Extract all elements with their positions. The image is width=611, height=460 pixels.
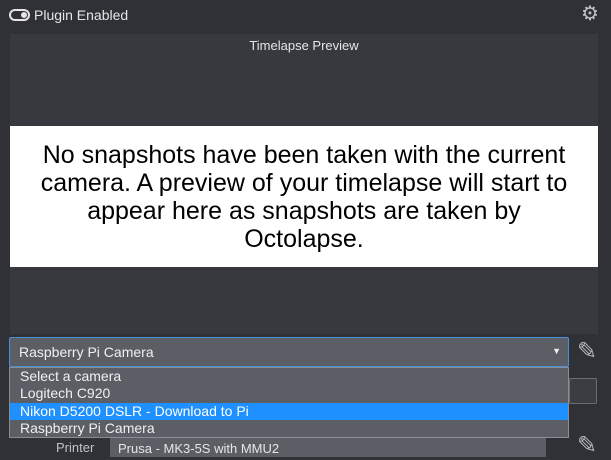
no-snapshots-message: No snapshots have been taken with the cu… [40, 140, 568, 253]
dropdown-arrow-icon: ▼ [552, 346, 561, 356]
plugin-enabled-label[interactable]: Plugin Enabled [34, 7, 128, 23]
camera-option[interactable]: Logitech C920 [10, 385, 568, 402]
pencil-icon[interactable]: ✎ [573, 338, 601, 366]
camera-option[interactable]: Select a camera [10, 368, 568, 385]
camera-option[interactable]: Raspberry Pi Camera [10, 420, 568, 437]
camera-select[interactable]: Raspberry Pi Camera ▼ [9, 337, 569, 367]
printer-select[interactable]: Prusa - MK3-5S with MMU2 [110, 437, 546, 457]
printer-label: Printer [56, 440, 95, 455]
camera-select-value: Raspberry Pi Camera [19, 344, 154, 360]
pencil-icon[interactable]: ✎ [573, 432, 601, 460]
no-snapshots-message-box: No snapshots have been taken with the cu… [10, 126, 598, 267]
gear-icon[interactable]: ⚙ [581, 4, 599, 24]
top-bar: Plugin Enabled ⚙ [0, 0, 611, 32]
plugin-enabled-toggle[interactable] [9, 9, 30, 21]
timelapse-preview-title: Timelapse Preview [249, 38, 359, 53]
side-input-box[interactable] [569, 378, 597, 404]
camera-option-highlighted[interactable]: Nikon D5200 DSLR - Download to Pi [10, 403, 568, 420]
toggle-knob [21, 12, 27, 18]
camera-dropdown-list: Select a camera Logitech C920 Nikon D520… [9, 367, 569, 438]
